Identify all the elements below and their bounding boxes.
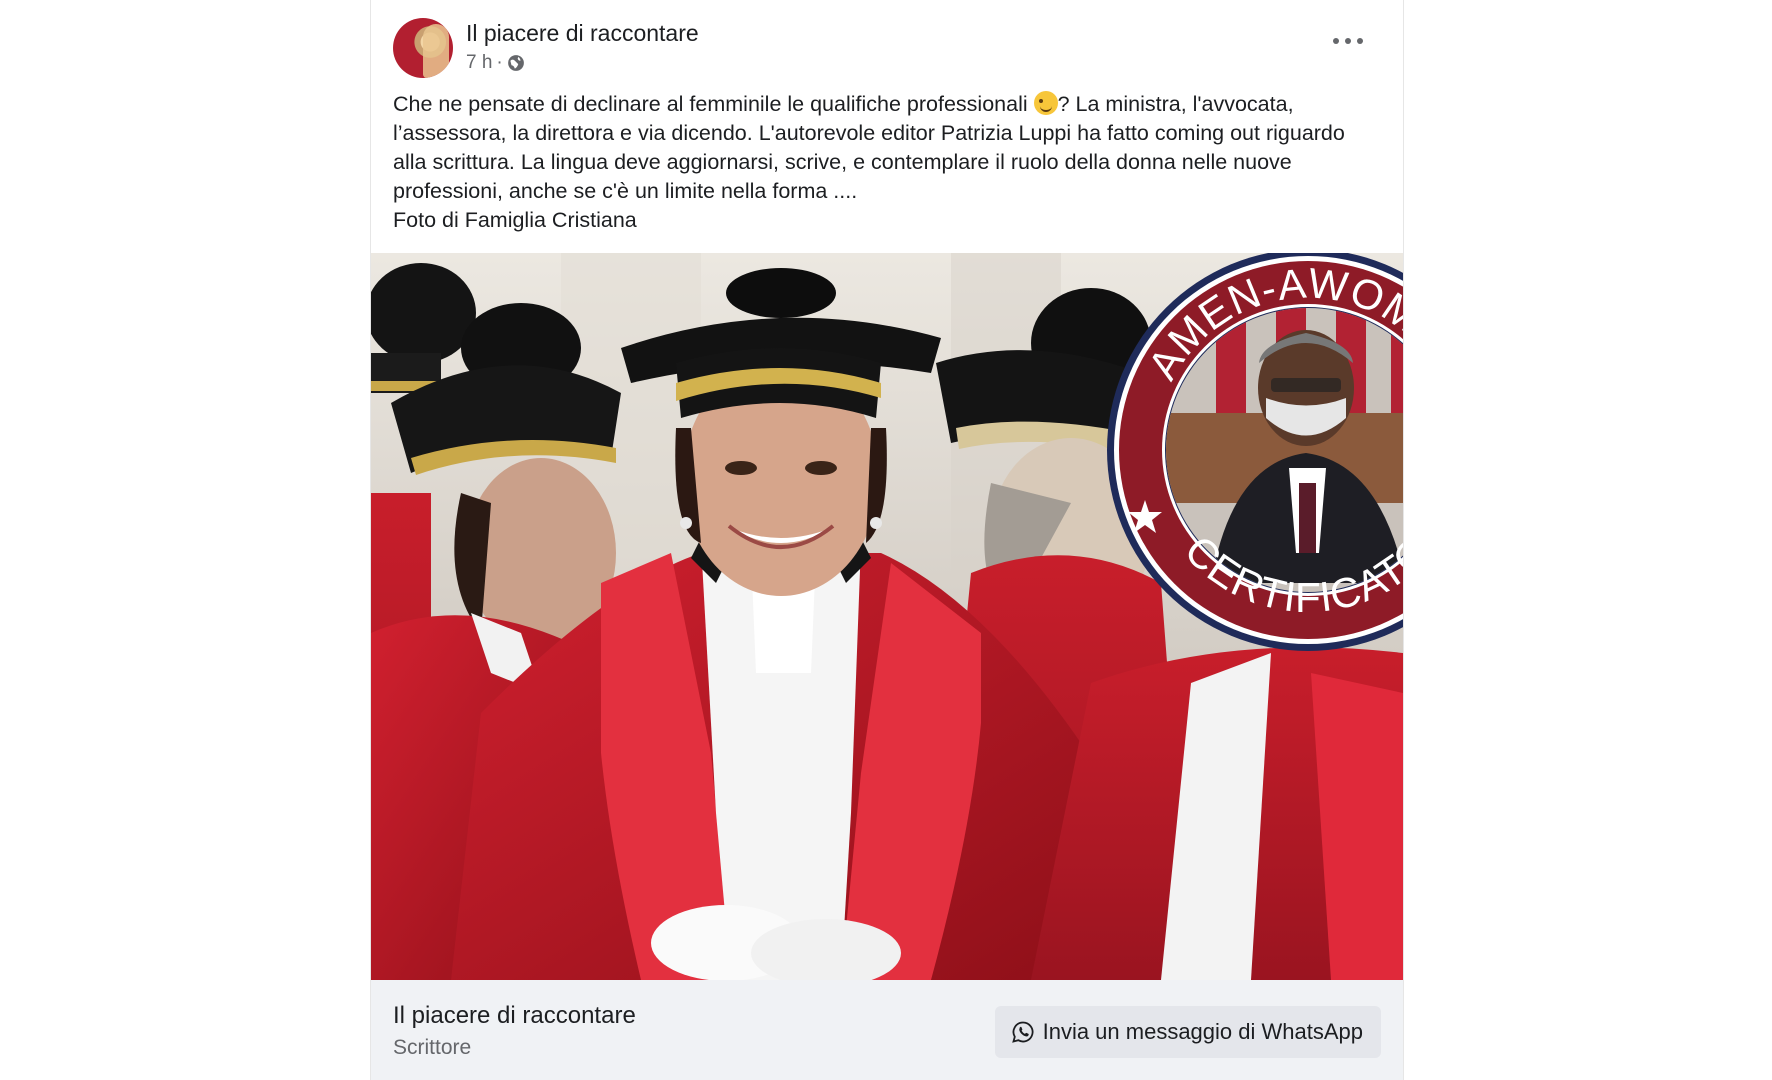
whatsapp-message-button[interactable]: Invia un messaggio di WhatsApp [994,1006,1381,1058]
photo-illustration: AMEN-AWOMEN CERTIFICATO [371,253,1403,980]
globe-icon [507,55,524,71]
post-text-line-1: Che ne pensate di declinare al femminile… [393,92,1028,116]
facebook-post: Il piacere di raccontare 7 h · Che ne pe… [370,0,1404,1080]
post-time[interactable]: 7 h [466,52,492,74]
whatsapp-button-label: Invia un messaggio di WhatsApp [1042,1019,1363,1044]
winking-face-emoji [1033,91,1058,115]
page-footer-card: Il piacere di raccontare Scrittore Invia… [371,980,1403,1080]
meta-separator: · [496,52,503,73]
footer-page-category: Scrittore [393,1036,472,1059]
page-name-link[interactable]: Il piacere di raccontare [466,20,699,47]
photo-credit: Foto di Famiglia Cristiana [393,208,637,232]
post-text: Che ne pensate di declinare al femminile… [393,90,1383,235]
post-header: Il piacere di raccontare 7 h · [393,18,1381,80]
whatsapp-icon [1011,1021,1034,1043]
more-horizontal-icon[interactable] [1333,34,1363,48]
page-avatar[interactable] [393,18,453,78]
post-meta: 7 h · [466,52,525,74]
post-photo[interactable]: AMEN-AWOMEN CERTIFICATO [371,253,1403,980]
footer-page-name[interactable]: Il piacere di raccontare [393,1002,636,1030]
